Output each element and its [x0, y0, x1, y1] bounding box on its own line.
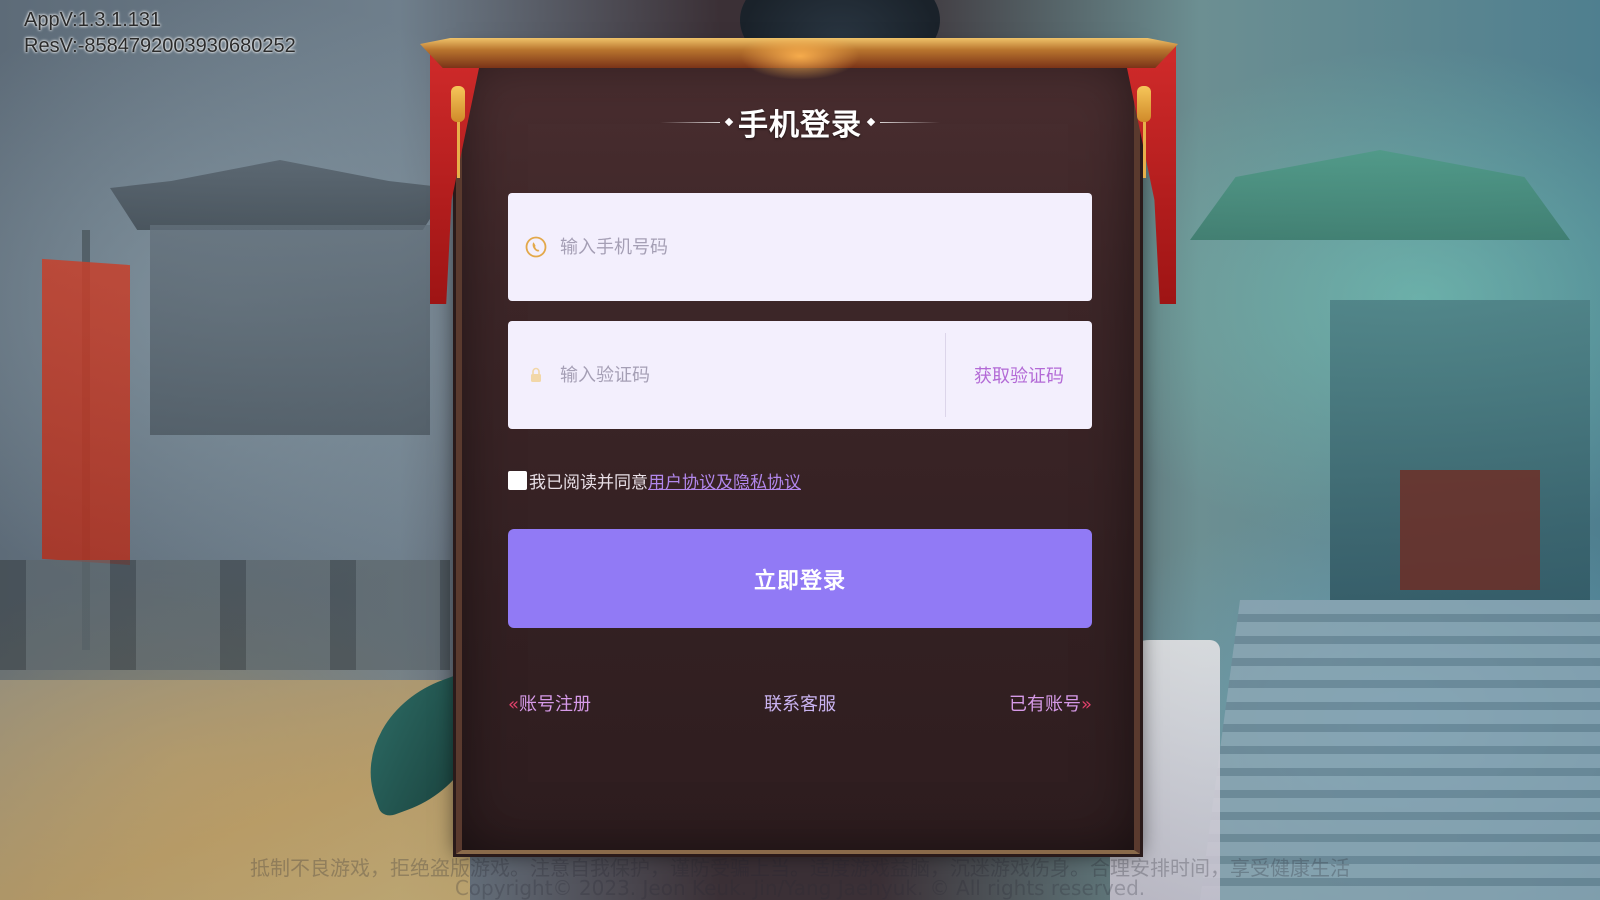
register-link[interactable]: «账号注册 — [508, 690, 591, 716]
bottom-links: «账号注册 联系客服 已有账号» — [508, 690, 1092, 716]
login-panel — [456, 52, 1140, 854]
agreement-row: 我已阅读并同意 用户协议及隐私协议 — [508, 468, 801, 493]
arrow-right-icon: » — [1080, 694, 1092, 715]
app-version: AppV:1.3.1.131 — [24, 9, 162, 31]
arrow-left-icon: « — [508, 694, 520, 715]
title-divider-left — [660, 121, 720, 123]
register-label: 账号注册 — [519, 694, 592, 715]
verification-code-field[interactable]: 获取验证码 — [508, 320, 1092, 430]
has-account-label: 已有账号 — [1008, 694, 1081, 715]
background-red-banner — [42, 258, 130, 566]
phone-icon — [524, 235, 548, 259]
agree-text: 我已阅读并同意 — [529, 473, 648, 493]
login-button[interactable]: 立即登录 — [508, 529, 1092, 628]
verification-code-input[interactable] — [558, 320, 945, 430]
title-row: 手机登录 — [0, 100, 1600, 144]
title-diamond-left — [724, 117, 734, 127]
background-temple-roof — [110, 160, 450, 230]
background-pavilion-roof — [1190, 150, 1570, 240]
frame-glow — [740, 40, 860, 80]
phone-input[interactable] — [558, 192, 1092, 302]
title-divider-right — [880, 121, 940, 123]
get-code-button[interactable]: 获取验证码 — [946, 362, 1092, 388]
background-pavilion — [1330, 300, 1590, 600]
background-pavilion-door — [1400, 470, 1540, 590]
version-info: AppV:1.3.1.131 ResV:-8584792003930680252 — [24, 7, 296, 59]
agree-checkbox[interactable] — [508, 471, 527, 490]
background-temple — [150, 225, 430, 435]
game-login-screen: AppV:1.3.1.131 ResV:-8584792003930680252… — [0, 0, 1600, 900]
lock-icon — [524, 363, 548, 387]
has-account-link[interactable]: 已有账号» — [1009, 690, 1092, 716]
user-agreement-link[interactable]: 用户协议及隐私协议 — [648, 468, 801, 493]
copyright-text: Copyright© 2023. Jeon Keuk. Jin/Yang Jae… — [454, 876, 1146, 900]
title-diamond-right — [866, 117, 876, 127]
background-pole — [82, 230, 90, 650]
res-version: ResV:-8584792003930680252 — [24, 35, 296, 57]
customer-service-link[interactable]: 联系客服 — [764, 690, 836, 716]
background-fence — [0, 560, 450, 670]
phone-field[interactable] — [508, 192, 1092, 302]
page-title: 手机登录 — [738, 108, 862, 143]
